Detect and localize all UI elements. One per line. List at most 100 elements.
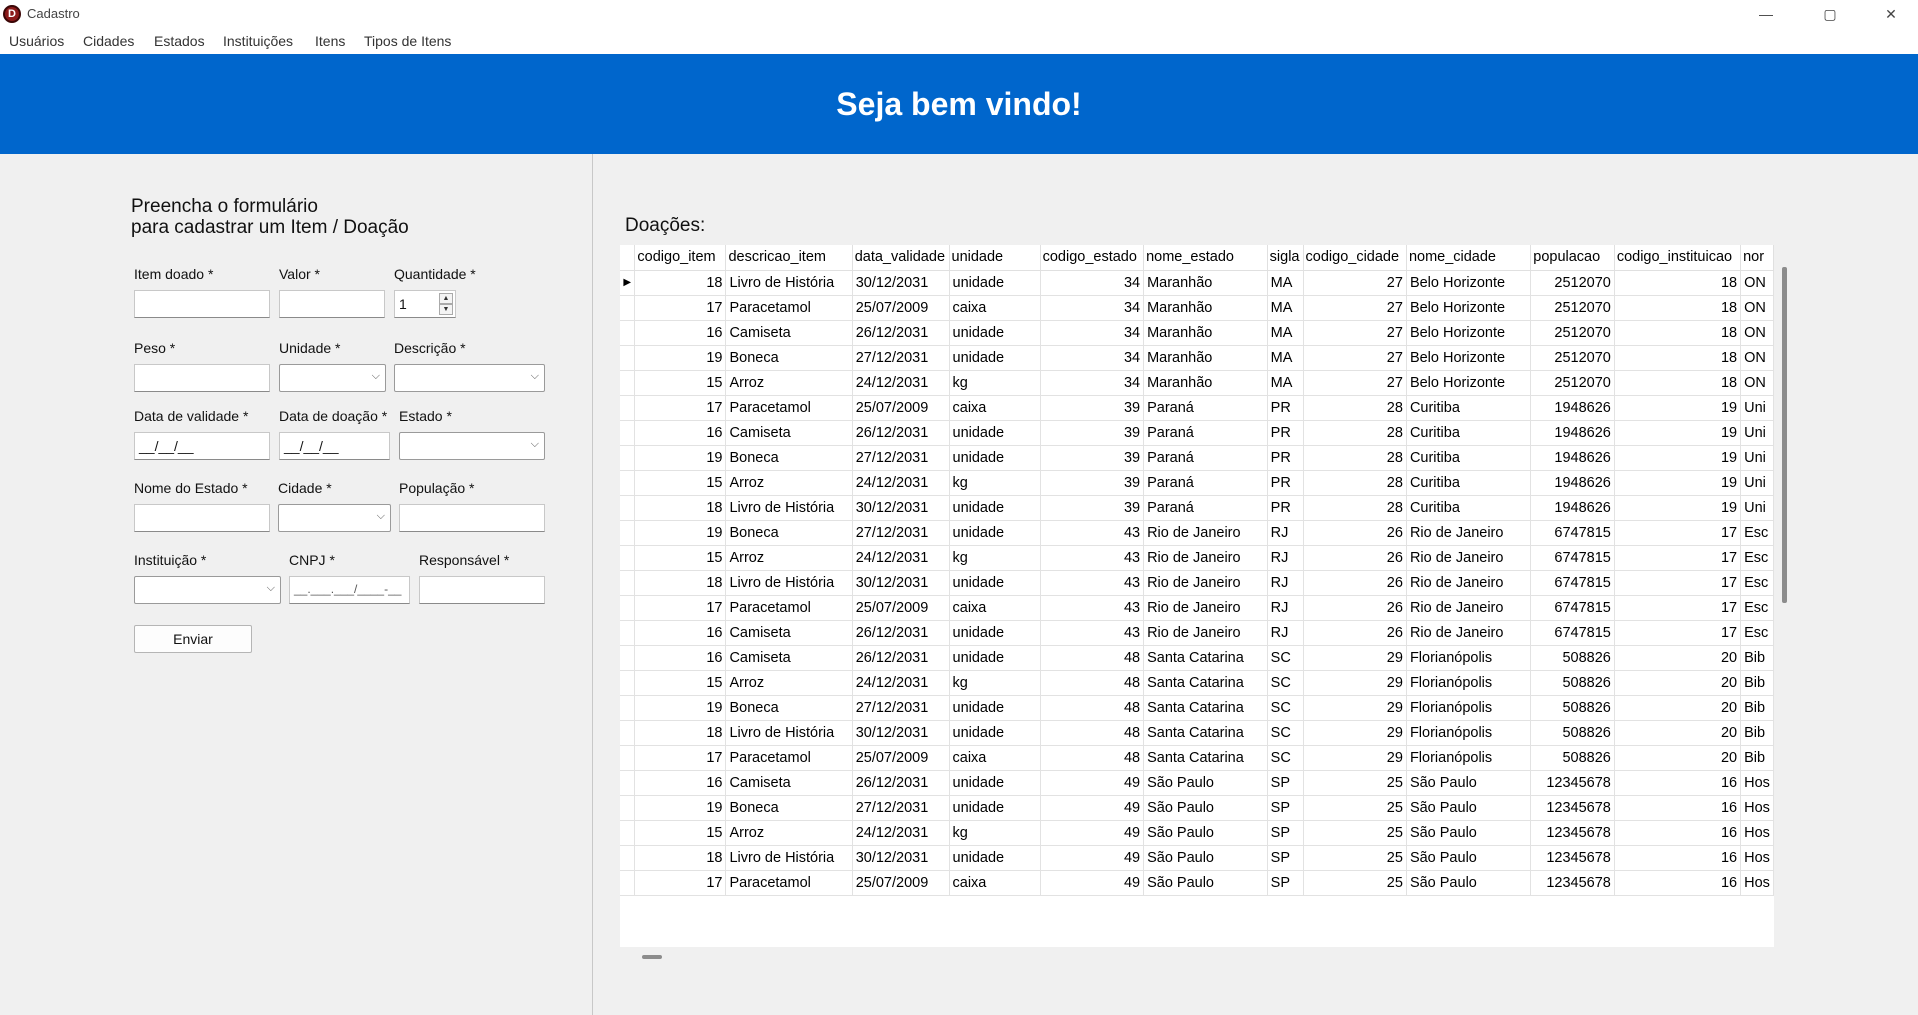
cell-nome_cidade[interactable]: Florianópolis <box>1406 720 1532 746</box>
cell-codigo_estado[interactable]: 39 <box>1040 470 1145 496</box>
cell-populacao[interactable]: 6747815 <box>1530 595 1615 621</box>
cell-codigo_estado[interactable]: 43 <box>1040 595 1145 621</box>
cell-codigo_instituicao[interactable]: 16 <box>1614 820 1742 846</box>
row-header[interactable] <box>620 570 636 596</box>
cell-data_validade[interactable]: 27/12/2031 <box>852 520 950 546</box>
cell-data_validade[interactable]: 26/12/2031 <box>852 770 950 796</box>
table-row[interactable]: 19 Boneca 27/12/2031 unidade 49 São Paulo SP 25… <box>620 795 1774 821</box>
cell-nome_estado[interactable]: Paraná <box>1143 470 1268 496</box>
cell-unidade[interactable]: unidade <box>949 645 1041 671</box>
cell-codigo_estado[interactable]: 34 <box>1040 345 1145 371</box>
cell-descricao_item[interactable]: Paracetamol <box>725 295 853 321</box>
cell-codigo_cidade[interactable]: 27 <box>1303 370 1407 396</box>
cell-codigo_instituicao[interactable]: 17 <box>1614 520 1742 546</box>
row-header[interactable] <box>620 645 636 671</box>
cell-data_validade[interactable]: 25/07/2009 <box>852 395 950 421</box>
column-header-codigo_instituicao[interactable]: codigo_instituicao <box>1614 245 1742 271</box>
cell-codigo_instituicao[interactable]: 17 <box>1614 545 1742 571</box>
cell-nome_estado[interactable]: Rio de Janeiro <box>1143 545 1268 571</box>
table-row[interactable]: 18 Livro de História 30/12/2031 unidade 49 Sã… <box>620 845 1774 871</box>
cell-nome_estado[interactable]: Santa Catarina <box>1143 745 1268 771</box>
cell-unidade[interactable]: unidade <box>949 795 1041 821</box>
cell-nome_estado[interactable]: Santa Catarina <box>1143 645 1268 671</box>
cell-nor[interactable]: Uni <box>1740 395 1774 421</box>
cell-codigo_item[interactable]: 19 <box>634 345 727 371</box>
cell-data_validade[interactable]: 26/12/2031 <box>852 645 950 671</box>
row-header[interactable] <box>620 320 636 346</box>
cell-codigo_instituicao[interactable]: 19 <box>1614 470 1742 496</box>
cell-nome_estado[interactable]: Maranhão <box>1143 320 1268 346</box>
cell-data_validade[interactable]: 25/07/2009 <box>852 295 950 321</box>
cell-codigo_cidade[interactable]: 26 <box>1303 620 1407 646</box>
unidade-select[interactable]: ⌵ <box>279 364 386 392</box>
cell-populacao[interactable]: 2512070 <box>1530 270 1615 296</box>
cell-sigla[interactable]: MA <box>1267 345 1304 371</box>
cell-codigo_item[interactable]: 18 <box>634 845 727 871</box>
cell-codigo_cidade[interactable]: 26 <box>1303 595 1407 621</box>
cell-descricao_item[interactable]: Arroz <box>725 545 853 571</box>
cell-descricao_item[interactable]: Livro de História <box>725 270 853 296</box>
close-button[interactable]: ✕ <box>1868 0 1914 28</box>
cell-codigo_item[interactable]: 18 <box>634 720 727 746</box>
cell-sigla[interactable]: RJ <box>1267 620 1304 646</box>
cell-unidade[interactable]: unidade <box>949 345 1041 371</box>
row-header[interactable] <box>620 745 636 771</box>
cell-sigla[interactable]: SC <box>1267 720 1304 746</box>
cell-codigo_instituicao[interactable]: 18 <box>1614 320 1742 346</box>
cell-data_validade[interactable]: 25/07/2009 <box>852 870 950 896</box>
cell-nome_estado[interactable]: Maranhão <box>1143 295 1268 321</box>
cell-populacao[interactable]: 1948626 <box>1530 445 1615 471</box>
cell-unidade[interactable]: unidade <box>949 720 1041 746</box>
cell-unidade[interactable]: unidade <box>949 695 1041 721</box>
cell-unidade[interactable]: kg <box>949 545 1041 571</box>
cell-nome_estado[interactable]: Rio de Janeiro <box>1143 620 1268 646</box>
cell-descricao_item[interactable]: Livro de História <box>725 720 853 746</box>
cell-codigo_estado[interactable]: 48 <box>1040 670 1145 696</box>
cell-nome_cidade[interactable]: Curitiba <box>1406 420 1532 446</box>
cell-nome_estado[interactable]: Maranhão <box>1143 270 1268 296</box>
cell-populacao[interactable]: 1948626 <box>1530 395 1615 421</box>
cell-unidade[interactable]: kg <box>949 820 1041 846</box>
cell-codigo_instituicao[interactable]: 18 <box>1614 345 1742 371</box>
cell-nome_cidade[interactable]: Rio de Janeiro <box>1406 520 1532 546</box>
cell-nome_cidade[interactable]: Curitiba <box>1406 470 1532 496</box>
column-header-codigo_estado[interactable]: codigo_estado <box>1040 245 1145 271</box>
table-row[interactable]: 16 Camiseta 26/12/2031 unidade 43 Rio de Jane… <box>620 620 1774 646</box>
cell-nome_cidade[interactable]: Belo Horizonte <box>1406 270 1532 296</box>
cell-codigo_cidade[interactable]: 25 <box>1303 845 1407 871</box>
data-doacao-input[interactable]: __/__/__ <box>279 432 390 460</box>
cell-unidade[interactable]: unidade <box>949 620 1041 646</box>
cell-nor[interactable]: Uni <box>1740 445 1774 471</box>
cell-nome_estado[interactable]: Maranhão <box>1143 345 1268 371</box>
cell-descricao_item[interactable]: Camiseta <box>725 645 853 671</box>
cell-codigo_instituicao[interactable]: 20 <box>1614 645 1742 671</box>
cell-sigla[interactable]: MA <box>1267 320 1304 346</box>
cell-codigo_item[interactable]: 17 <box>634 870 727 896</box>
cell-codigo_item[interactable]: 16 <box>634 620 727 646</box>
cell-codigo_estado[interactable]: 39 <box>1040 395 1145 421</box>
column-header-unidade[interactable]: unidade <box>949 245 1041 271</box>
cell-nor[interactable]: Bib <box>1740 745 1774 771</box>
cell-nome_estado[interactable]: Santa Catarina <box>1143 695 1268 721</box>
cell-nome_estado[interactable]: Paraná <box>1143 420 1268 446</box>
cell-unidade[interactable]: caixa <box>949 295 1041 321</box>
cell-codigo_cidade[interactable]: 29 <box>1303 670 1407 696</box>
menu-usuarios[interactable]: Usuários <box>9 33 64 49</box>
cell-data_validade[interactable]: 30/12/2031 <box>852 495 950 521</box>
cell-data_validade[interactable]: 26/12/2031 <box>852 420 950 446</box>
column-header-codigo_item[interactable]: codigo_item <box>634 245 727 271</box>
cell-codigo_instituicao[interactable]: 18 <box>1614 270 1742 296</box>
cell-unidade[interactable]: unidade <box>949 320 1041 346</box>
table-row[interactable]: 15 Arroz 24/12/2031 kg 49 São Paulo SP 25 São Pa… <box>620 820 1774 846</box>
cell-populacao[interactable]: 2512070 <box>1530 345 1615 371</box>
cell-populacao[interactable]: 508826 <box>1530 745 1615 771</box>
cell-codigo_estado[interactable]: 48 <box>1040 645 1145 671</box>
cell-descricao_item[interactable]: Boneca <box>725 445 853 471</box>
cell-nome_cidade[interactable]: Rio de Janeiro <box>1406 595 1532 621</box>
peso-input[interactable] <box>134 364 270 392</box>
cell-codigo_cidade[interactable]: 26 <box>1303 520 1407 546</box>
cell-descricao_item[interactable]: Arroz <box>725 370 853 396</box>
maximize-button[interactable]: ▢ <box>1807 0 1853 28</box>
cell-unidade[interactable]: unidade <box>949 845 1041 871</box>
menu-cidades[interactable]: Cidades <box>83 33 134 49</box>
